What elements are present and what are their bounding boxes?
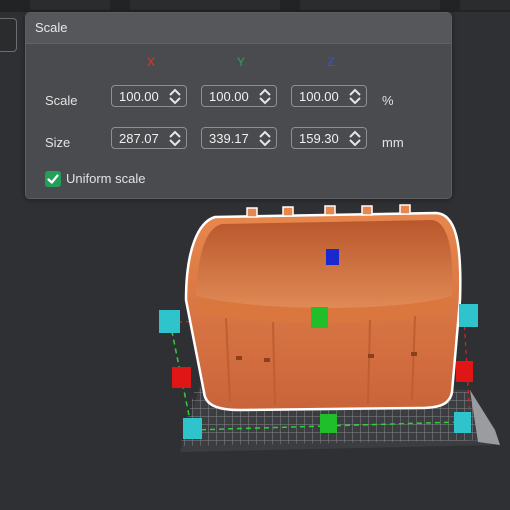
size-x-value: 287.07 [119, 131, 159, 146]
scale-panel: Scale X Y Z Scale 100.00 100.00 100.00 %… [25, 12, 452, 199]
scale-y-input[interactable]: 100.00 [201, 85, 277, 107]
axis-label-x: X [146, 55, 155, 69]
spin-arrows-icon[interactable] [168, 88, 182, 105]
size-z-value: 159.30 [299, 131, 339, 146]
scale-z-input[interactable]: 100.00 [291, 85, 367, 107]
uniform-scale-label[interactable]: Uniform scale [66, 171, 145, 186]
uniform-scale-checkbox[interactable] [45, 171, 61, 187]
handle-corner-tl [159, 310, 180, 333]
spin-arrows-icon[interactable] [348, 130, 362, 147]
scale-unit: % [382, 93, 394, 108]
size-row-label: Size [45, 135, 71, 150]
handle-x-left [172, 367, 191, 388]
handle-corner-tr [459, 304, 478, 327]
scale-z-value: 100.00 [299, 89, 339, 104]
size-y-input[interactable]: 339.17 [201, 127, 277, 149]
scale-y-value: 100.00 [209, 89, 249, 104]
size-x-input[interactable]: 287.07 [111, 127, 187, 149]
scale-x-input[interactable]: 100.00 [111, 85, 187, 107]
scale-x-value: 100.00 [119, 89, 159, 104]
axis-label-z: Z [327, 55, 335, 69]
checkmark-icon [47, 174, 59, 184]
handle-x-right [456, 361, 473, 382]
scale-row-label: Scale [45, 93, 78, 108]
size-z-input[interactable]: 159.30 [291, 127, 367, 149]
handle-corner-br [454, 412, 471, 433]
panel-title: Scale [26, 13, 451, 44]
size-unit: mm [382, 135, 404, 150]
axis-label-y: Y [236, 55, 245, 69]
spin-arrows-icon[interactable] [258, 130, 272, 147]
spin-arrows-icon[interactable] [258, 88, 272, 105]
handle-y-bottom [320, 414, 337, 433]
size-y-value: 339.17 [209, 131, 249, 146]
handle-y-top [311, 307, 328, 328]
handle-z [326, 249, 339, 265]
handle-corner-bl [183, 418, 202, 439]
spin-arrows-icon[interactable] [348, 88, 362, 105]
spin-arrows-icon[interactable] [168, 130, 182, 147]
